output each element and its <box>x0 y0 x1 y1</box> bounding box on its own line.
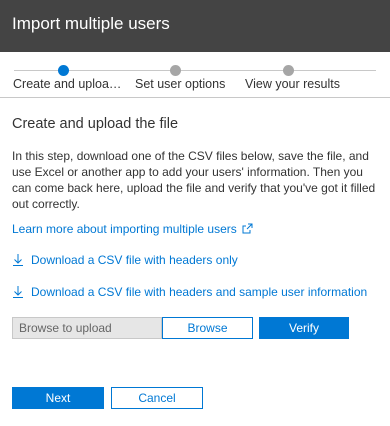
step-2-label: Set user options <box>135 77 226 91</box>
learn-more-link[interactable]: Learn more about importing multiple user… <box>12 222 253 237</box>
step-3-label: View your results <box>245 77 340 91</box>
next-button[interactable]: Next <box>12 387 104 409</box>
learn-more-label: Learn more about importing multiple user… <box>12 222 237 236</box>
download-sample-label: Download a CSV file with headers and sam… <box>31 285 368 299</box>
dialog-title: Import multiple users <box>12 14 170 33</box>
download-headers-only-label: Download a CSV file with headers only <box>31 253 238 267</box>
verify-button[interactable]: Verify <box>259 317 349 339</box>
dialog-header: Import multiple users <box>0 0 390 52</box>
progress-stepper: Create and uploa… Set user options View … <box>0 52 390 96</box>
step-3-dot <box>283 65 294 76</box>
download-sample-link[interactable]: Download a CSV file with headers and sam… <box>12 285 367 301</box>
download-arrow-icon <box>12 253 26 269</box>
cancel-button[interactable]: Cancel <box>111 387 203 409</box>
section-heading: Create and upload the file <box>12 116 179 132</box>
step-1-label: Create and uploa… <box>13 77 122 91</box>
stepper-divider <box>0 97 390 98</box>
step-2-dot <box>170 65 181 76</box>
external-link-icon <box>242 223 253 237</box>
upload-file-field[interactable]: Browse to upload <box>12 317 162 339</box>
download-arrow-icon <box>12 285 26 301</box>
instructions-text: In this step, download one of the CSV fi… <box>12 149 376 211</box>
download-headers-only-link[interactable]: Download a CSV file with headers only <box>12 253 238 269</box>
browse-button[interactable]: Browse <box>162 317 253 339</box>
step-1-dot <box>58 65 69 76</box>
